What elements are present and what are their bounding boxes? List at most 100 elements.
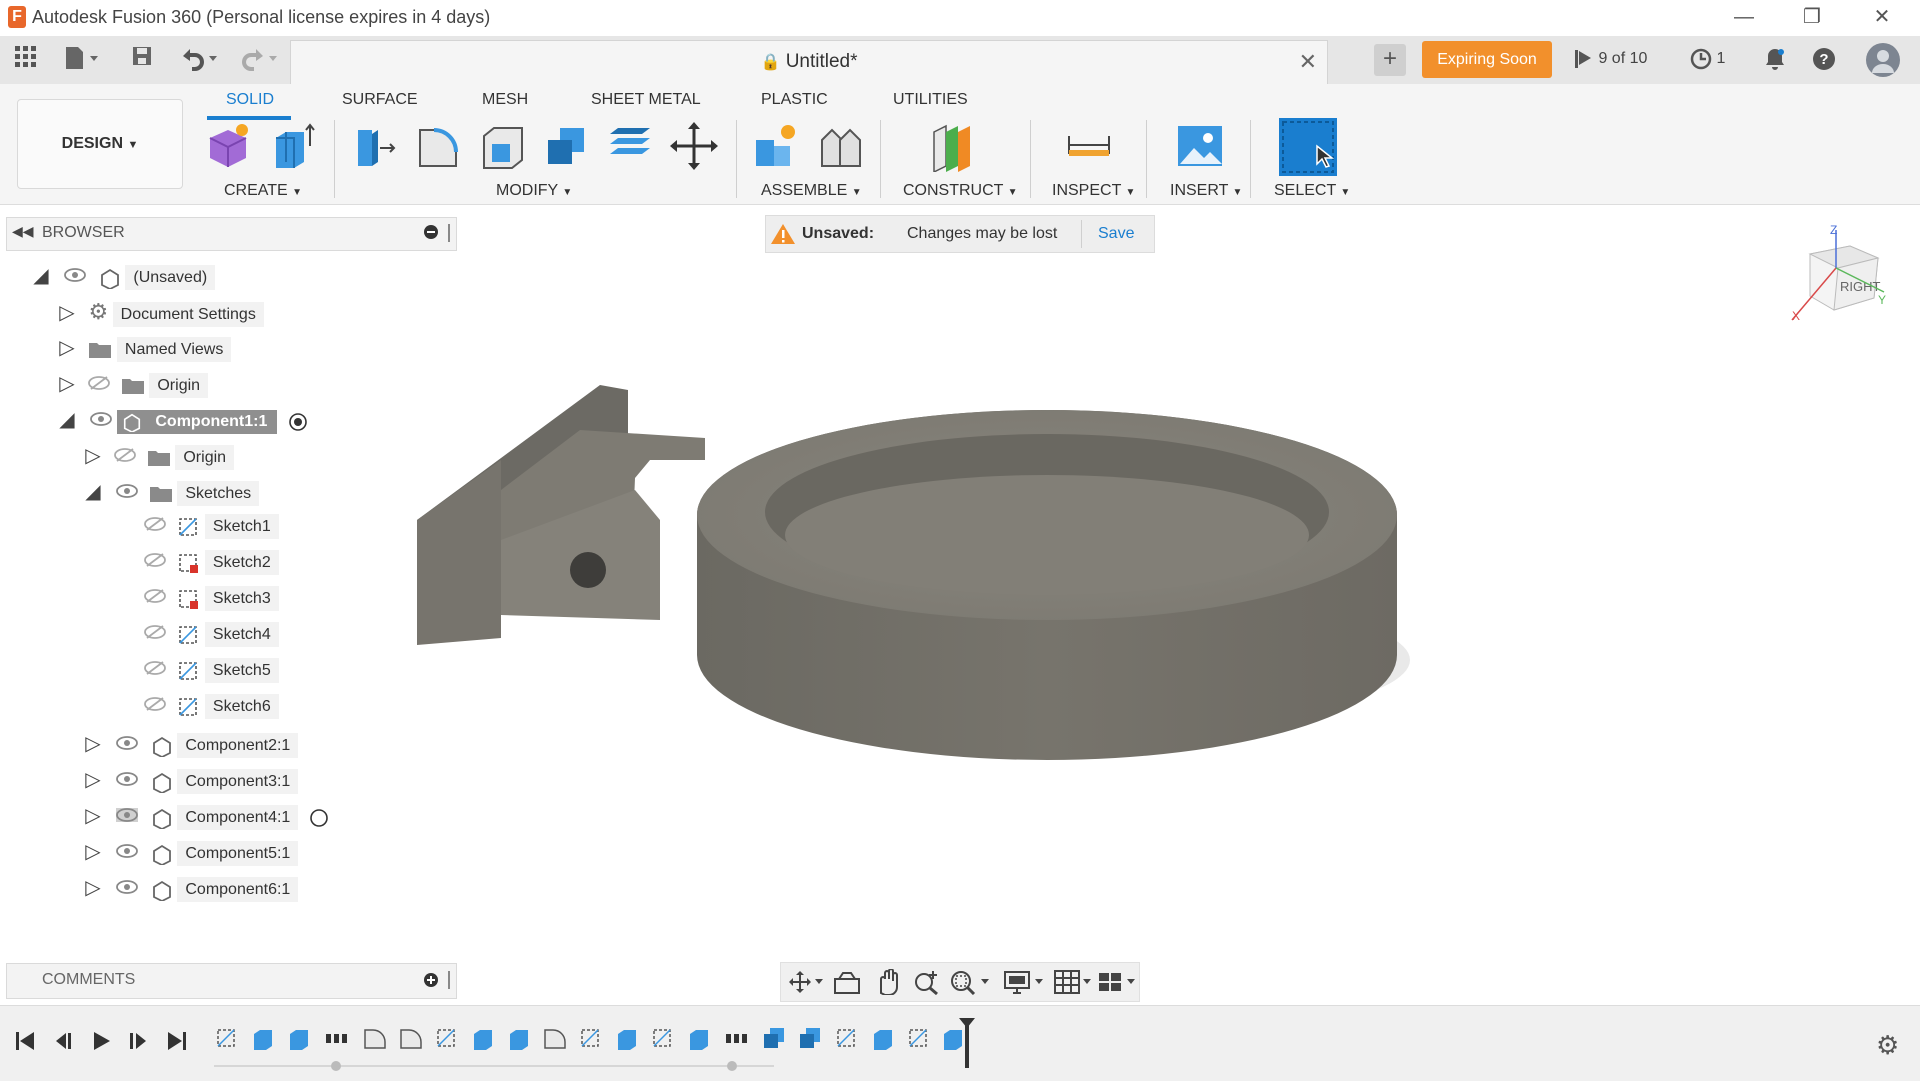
offset-plane-icon[interactable]: [928, 120, 976, 174]
add-comment-icon[interactable]: [424, 973, 438, 987]
assemble-menu[interactable]: ASSEMBLE ▼: [761, 182, 862, 200]
combine-icon[interactable]: [542, 120, 590, 172]
tree-item-comp-origin[interactable]: ▷ Origin: [82, 443, 235, 470]
browser-options-icon[interactable]: [424, 225, 438, 239]
new-assembly-component-icon[interactable]: [752, 120, 800, 172]
avatar[interactable]: [1866, 43, 1900, 77]
new-component-icon[interactable]: [204, 120, 252, 172]
tree-root[interactable]: ◢ (Unsaved): [30, 263, 216, 290]
save-link[interactable]: Save: [1098, 225, 1134, 243]
new-tab-button[interactable]: +: [1374, 44, 1406, 76]
collapsed-triangle-icon[interactable]: ▷: [56, 335, 78, 360]
timeline-next-icon[interactable]: [126, 1030, 150, 1058]
activate-radio-icon[interactable]: [288, 412, 308, 432]
workspace-switcher[interactable]: DESIGN ▼: [17, 99, 183, 189]
tree-item-sketch[interactable]: Sketch6: [144, 694, 279, 720]
collapsed-triangle-icon[interactable]: ▷: [82, 443, 104, 468]
collapsed-triangle-icon[interactable]: ▷: [82, 803, 104, 828]
save-icon[interactable]: [128, 44, 156, 76]
expanded-triangle-icon[interactable]: ◢: [56, 407, 78, 432]
collapsed-triangle-icon[interactable]: ▷: [56, 300, 78, 325]
tree-item-component[interactable]: ▷ Component5:1: [82, 839, 299, 866]
create-menu[interactable]: CREATE ▼: [224, 182, 302, 200]
expiring-soon-button[interactable]: Expiring Soon: [1422, 41, 1552, 78]
press-pull-icon[interactable]: [350, 120, 398, 172]
activate-radio-icon[interactable]: [309, 808, 329, 828]
select-menu[interactable]: SELECT ▼: [1274, 182, 1350, 200]
modify-menu[interactable]: MODIFY ▼: [496, 182, 572, 200]
fit-icon[interactable]: [949, 969, 993, 995]
tree-item-component[interactable]: ▷ Component3:1: [82, 767, 299, 794]
hidden-eye-icon[interactable]: [114, 448, 137, 462]
timeline-settings-icon[interactable]: ⚙: [1876, 1030, 1899, 1061]
visibility-eye-icon[interactable]: [116, 844, 139, 858]
joint-icon[interactable]: [816, 120, 864, 172]
collapsed-triangle-icon[interactable]: ▷: [82, 875, 104, 900]
viewcube[interactable]: RIGHT Z X Y: [1778, 224, 1888, 334]
tab-plastic[interactable]: PLASTIC: [761, 91, 828, 109]
visibility-eye-icon[interactable]: [64, 268, 87, 282]
panel-pin-icon[interactable]: [448, 224, 450, 242]
hidden-eye-icon[interactable]: [88, 376, 111, 390]
tree-item-component[interactable]: ▷ Component6:1: [82, 875, 299, 902]
job-status[interactable]: 9 of 10: [1572, 48, 1647, 70]
timeline-group-marker[interactable]: [331, 1061, 341, 1071]
measure-icon[interactable]: [1065, 120, 1113, 172]
collapsed-triangle-icon[interactable]: ▷: [82, 839, 104, 864]
visibility-eye-icon[interactable]: [116, 484, 139, 498]
timeline-features[interactable]: [214, 1026, 974, 1076]
viewports-icon[interactable]: [1097, 969, 1139, 995]
tree-item-component1[interactable]: ◢ Component1:1: [56, 407, 308, 434]
pan-icon[interactable]: [873, 969, 901, 995]
collapsed-triangle-icon[interactable]: ▷: [82, 767, 104, 792]
timeline-group-marker[interactable]: [727, 1061, 737, 1071]
file-menu-icon[interactable]: [60, 44, 104, 76]
construct-menu[interactable]: CONSTRUCT ▼: [903, 182, 1018, 200]
close-tab-icon[interactable]: ✕: [1299, 49, 1317, 75]
tree-item-document-settings[interactable]: ▷ ⚙ Document Settings: [56, 299, 264, 327]
recovery-status[interactable]: 1: [1690, 48, 1725, 70]
expanded-triangle-icon[interactable]: ◢: [30, 263, 52, 288]
model-viewport[interactable]: [400, 360, 1420, 780]
hidden-eye-icon[interactable]: [144, 589, 166, 604]
visibility-eye-icon[interactable]: [116, 772, 139, 786]
select-icon[interactable]: [1279, 118, 1337, 176]
tree-item-sketch[interactable]: Sketch4: [144, 622, 279, 648]
tab-sheet-metal[interactable]: SHEET METAL: [591, 91, 701, 109]
help-icon[interactable]: ?: [1811, 46, 1837, 77]
hidden-eye-icon[interactable]: [144, 553, 166, 568]
shell-icon[interactable]: [478, 120, 526, 172]
timeline-last-icon[interactable]: [164, 1030, 188, 1058]
close-icon[interactable]: ✕: [1850, 0, 1914, 36]
expanded-triangle-icon[interactable]: ◢: [82, 479, 104, 504]
tree-item-component[interactable]: ▷ Component2:1: [82, 731, 299, 758]
collapsed-triangle-icon[interactable]: ▷: [56, 371, 78, 396]
visibility-eye-icon[interactable]: [90, 412, 113, 426]
tab-solid[interactable]: SOLID: [226, 91, 274, 109]
tree-item-sketches[interactable]: ◢ Sketches: [82, 479, 260, 506]
redo-icon[interactable]: [236, 44, 284, 76]
look-at-icon[interactable]: [833, 971, 861, 995]
visibility-eye-icon[interactable]: [116, 736, 139, 750]
hidden-eye-icon[interactable]: [144, 625, 166, 640]
display-settings-icon[interactable]: [1003, 969, 1047, 995]
hidden-eye-icon[interactable]: [144, 517, 166, 532]
collapse-panel-icon[interactable]: ◀◀: [12, 223, 34, 240]
tree-item-sketch[interactable]: Sketch1: [144, 514, 279, 540]
tree-item-sketch[interactable]: Sketch2: [144, 550, 279, 576]
tab-mesh[interactable]: MESH: [482, 91, 528, 109]
visibility-eye-icon[interactable]: [116, 880, 139, 894]
zoom-icon[interactable]: [913, 969, 941, 995]
hidden-eye-icon[interactable]: [144, 661, 166, 676]
grid-snaps-icon[interactable]: [1053, 969, 1095, 995]
grid-icon[interactable]: [10, 44, 40, 76]
tab-utilities[interactable]: UTILITIES: [893, 91, 968, 109]
timeline-marker[interactable]: [959, 1018, 975, 1068]
collapsed-triangle-icon[interactable]: ▷: [82, 731, 104, 756]
fillet-icon[interactable]: [414, 120, 462, 172]
orbit-icon[interactable]: [789, 971, 825, 993]
tree-item-sketch[interactable]: Sketch5: [144, 658, 279, 684]
inspect-menu[interactable]: INSPECT ▼: [1052, 182, 1135, 200]
tree-item-component[interactable]: ▷ Component4:1: [82, 803, 329, 830]
timeline-play-icon[interactable]: [90, 1030, 114, 1058]
